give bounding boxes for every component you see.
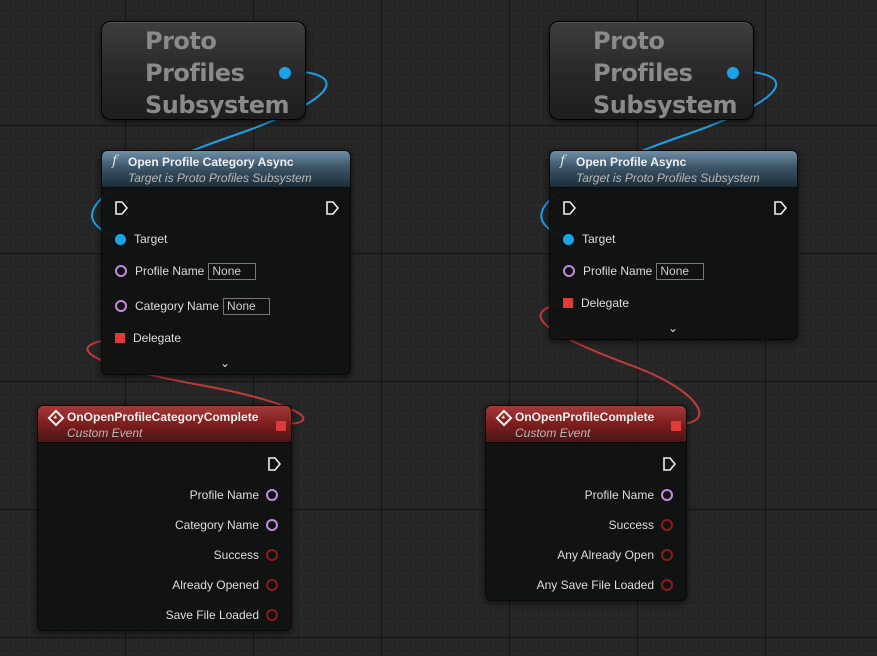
right-event-output-label: Profile Name [584,488,654,502]
left-event-output-label: Already Opened [172,578,259,592]
left-target-pin-row[interactable]: Target [115,230,167,248]
left-category-name-pin-row[interactable]: Category Name None [115,297,271,315]
right-event-output-profile-name[interactable]: Profile Name [585,486,673,504]
left-event-delegate-out-pin[interactable] [276,421,286,431]
exec-out-pin-icon[interactable] [662,457,676,471]
right-subsystem-variable-node[interactable]: Proto Profiles Subsystem [549,21,754,120]
left-delegate-pin-row[interactable]: Delegate [115,329,181,347]
right-delegate-label: Delegate [581,296,630,310]
profile-name-pin-icon[interactable] [266,489,278,501]
right-event-title: OnOpenProfileComplete [515,410,655,424]
function-icon: f [560,153,566,169]
left-event-output-success[interactable]: Success [214,546,278,564]
right-on-open-profile-complete-event[interactable]: OnOpenProfileComplete Custom Event Profi… [485,405,687,601]
right-event-output-label: Any Save File Loaded [536,578,654,592]
left-category-name-input[interactable]: None [223,297,271,315]
left-event-output-label: Success [213,548,259,562]
right-subsystem-variable-title: Proto Profiles Subsystem [593,27,738,119]
exec-out-pin-icon[interactable] [325,201,339,215]
right-event-output-any-already-open[interactable]: Any Already Open [557,546,673,564]
left-profile-name-pin-row[interactable]: Profile Name None [115,262,257,280]
left-event-title: OnOpenProfileCategoryComplete [67,410,259,424]
left-event-output-save-file-loaded[interactable]: Save File Loaded [166,606,278,624]
target-pin-icon[interactable] [115,233,126,245]
left-event-output-category-name[interactable]: Category Name [175,516,278,534]
right-event-subtitle: Custom Event [515,426,591,440]
right-target-pin-row[interactable]: Target [563,230,615,248]
success-pin-icon[interactable] [661,519,673,531]
success-pin-icon[interactable] [266,549,278,561]
right-event-delegate-out-pin[interactable] [671,421,681,431]
left-event-output-label: Save File Loaded [165,608,259,622]
left-function-title: Open Profile Category Async [128,155,294,169]
left-target-label: Target [134,232,168,246]
left-event-output-label: Profile Name [189,488,259,502]
exec-out-pin-icon[interactable] [773,201,787,215]
left-event-output-profile-name[interactable]: Profile Name [190,486,278,504]
right-function-title: Open Profile Async [576,155,687,169]
left-category-name-label: Category Name [135,299,220,313]
exec-out-pin-icon[interactable] [267,457,281,471]
exec-in-pin-icon[interactable] [562,201,576,215]
function-icon: f [112,153,118,169]
right-event-output-label: Success [608,518,654,532]
right-profile-name-pin-row[interactable]: Profile Name None [563,262,705,280]
delegate-pin-icon[interactable] [115,333,125,343]
event-icon [495,409,513,427]
left-event-output-label: Category Name [174,518,259,532]
right-event-output-success[interactable]: Success [609,516,673,534]
right-delegate-pin-row[interactable]: Delegate [563,294,629,312]
category-name-pin-icon[interactable] [115,300,127,312]
left-event-header: OnOpenProfileCategoryComplete Custom Eve… [38,406,291,443]
right-target-label: Target [582,232,616,246]
left-subsystem-variable-node[interactable]: Proto Profiles Subsystem [101,21,306,120]
already-opened-pin-icon[interactable] [266,579,278,591]
left-on-open-profile-category-complete-event[interactable]: OnOpenProfileCategoryComplete Custom Eve… [37,405,292,631]
left-event-subtitle: Custom Event [67,426,143,440]
left-open-profile-category-async-node[interactable]: f Open Profile Category Async Target is … [101,150,351,375]
right-function-header: f Open Profile Async Target is Proto Pro… [550,151,797,188]
left-function-subtitle: Target is Proto Profiles Subsystem [128,171,312,185]
exec-in-pin-icon[interactable] [114,201,128,215]
target-pin-icon[interactable] [563,233,574,245]
any-already-open-pin-icon[interactable] [661,549,673,561]
profile-name-pin-icon[interactable] [661,489,673,501]
event-icon [47,409,65,427]
right-profile-name-input[interactable]: None [656,262,705,280]
delegate-pin-icon[interactable] [563,298,573,308]
left-subsystem-output-pin[interactable] [279,67,291,79]
right-subsystem-output-pin[interactable] [727,67,739,79]
profile-name-pin-icon[interactable] [115,265,127,277]
right-profile-name-label: Profile Name [583,264,653,278]
right-function-subtitle: Target is Proto Profiles Subsystem [576,171,760,185]
right-open-profile-async-node[interactable]: f Open Profile Async Target is Proto Pro… [549,150,798,340]
left-profile-name-input[interactable]: None [208,262,257,280]
save-file-loaded-pin-icon[interactable] [266,609,278,621]
left-event-output-already-opened[interactable]: Already Opened [172,576,278,594]
left-function-header: f Open Profile Category Async Target is … [102,151,350,188]
right-event-header: OnOpenProfileComplete Custom Event [486,406,686,443]
right-event-output-any-save-file-loaded[interactable]: Any Save File Loaded [537,576,673,594]
category-name-pin-icon[interactable] [266,519,278,531]
right-event-output-label: Any Already Open [557,548,654,562]
chevron-down-icon[interactable]: ⌄ [220,356,230,370]
left-subsystem-variable-title: Proto Profiles Subsystem [145,27,290,119]
left-profile-name-label: Profile Name [135,264,205,278]
any-save-file-loaded-pin-icon[interactable] [661,579,673,591]
profile-name-pin-icon[interactable] [563,265,575,277]
left-delegate-label: Delegate [133,331,182,345]
chevron-down-icon[interactable]: ⌄ [668,321,678,335]
